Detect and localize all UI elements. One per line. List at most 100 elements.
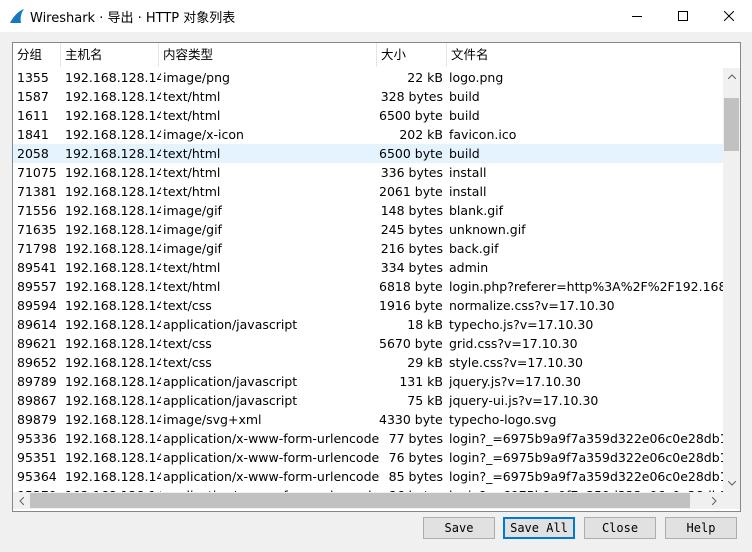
horizontal-scroll-thumb[interactable] <box>30 493 690 508</box>
table-row[interactable]: 89789 192.168.128.145application/javascri… <box>13 372 723 391</box>
table-row[interactable]: 71798 192.168.128.145image/gif 216 bytes ba… <box>13 239 723 258</box>
row-filename: back.gif <box>449 241 499 256</box>
row-group: 71381 <box>17 184 57 199</box>
save-all-button[interactable]: Save All <box>503 517 575 539</box>
row-host: 192.168.128.145 <box>65 108 161 123</box>
row-group: 71798 <box>17 241 57 256</box>
row-host: 192.168.128.145 <box>65 469 161 484</box>
row-filename: style.css?v=17.10.30 <box>449 355 584 370</box>
row-group: 1587 <box>17 89 49 104</box>
table-row[interactable]: 1841 192.168.128.145image/x-icon 202 kB fav… <box>13 125 723 144</box>
row-group: 95351 <box>17 450 57 465</box>
row-filename: login?_=6975b9a9f7a359d322e06c0e28db112b <box>449 469 723 484</box>
row-group: 89879 <box>17 412 57 427</box>
scroll-down-icon[interactable] <box>723 475 740 492</box>
row-filename: build <box>449 108 480 123</box>
row-filename: logo.png <box>449 70 504 85</box>
table-row[interactable]: 1611 192.168.128.145text/html 6500 bytes bu… <box>13 106 723 125</box>
table-row[interactable]: 89541 192.168.128.145text/html 334 bytes ad… <box>13 258 723 277</box>
row-host: 192.168.128.145 <box>65 298 161 313</box>
row-content-type: text/css <box>163 355 212 370</box>
scroll-up-icon[interactable] <box>723 68 740 85</box>
table-row[interactable]: 2058 192.168.128.145text/html 6500 bytes bu… <box>13 144 723 163</box>
row-host: 192.168.128.145 <box>65 336 161 351</box>
row-content-type: text/html <box>163 146 221 161</box>
row-size: 328 bytes <box>380 89 443 104</box>
vertical-scroll-thumb[interactable] <box>724 98 739 151</box>
column-header-size[interactable]: 大小 <box>377 43 447 67</box>
row-filename: build <box>449 146 480 161</box>
column-header-host[interactable]: 主机名 <box>61 43 159 67</box>
table-row[interactable]: 95336 192.168.128.145application/x-www-fo… <box>13 429 723 448</box>
row-size: 22 kB <box>407 70 443 85</box>
row-host: 192.168.128.145 <box>65 241 161 256</box>
row-content-type: text/html <box>163 108 221 123</box>
table-row[interactable]: 71635 192.168.128.145image/gif 245 bytes un… <box>13 220 723 239</box>
column-header-filename[interactable]: 文件名 <box>447 43 740 67</box>
row-content-type: text/html <box>163 260 221 275</box>
table-row[interactable]: 89879 192.168.128.145image/svg+xml 4330 by… <box>13 410 723 429</box>
row-size: 77 bytes <box>388 431 443 446</box>
column-header-content-type[interactable]: 内容类型 <box>159 43 377 67</box>
save-button[interactable]: Save <box>423 517 495 539</box>
row-content-type: image/x-icon <box>163 127 244 142</box>
row-content-type: text/html <box>163 184 221 199</box>
row-content-type: application/x-www-form-urlencoded <box>163 469 379 484</box>
row-size: 131 kB <box>399 374 443 389</box>
close-button[interactable]: Close <box>584 517 656 539</box>
maximize-icon <box>678 11 688 21</box>
row-host: 192.168.128.145 <box>65 146 161 161</box>
table-row[interactable]: 89867 192.168.128.145application/javascri… <box>13 391 723 410</box>
table-row[interactable]: 95364 192.168.128.145application/x-www-fo… <box>13 467 723 486</box>
table-row[interactable]: 71556 192.168.128.145image/gif 148 bytes bl… <box>13 201 723 220</box>
minimize-button[interactable] <box>614 0 660 32</box>
row-filename: admin <box>449 260 489 275</box>
row-group: 71635 <box>17 222 57 237</box>
table-row[interactable]: 1587 192.168.128.145text/html 328 bytes bui… <box>13 87 723 106</box>
table-row[interactable]: 1355 192.168.128.145image/png 22 kB logo.pn… <box>13 68 723 87</box>
row-content-type: image/gif <box>163 222 222 237</box>
row-filename: normalize.css?v=17.10.30 <box>449 298 615 313</box>
table-row[interactable]: 71381 192.168.128.145text/html 2061 bytes i… <box>13 182 723 201</box>
horizontal-scrollbar[interactable] <box>13 492 723 509</box>
column-header-group[interactable]: 分组 <box>13 43 61 67</box>
row-content-type: text/html <box>163 89 221 104</box>
row-group: 71075 <box>17 165 57 180</box>
row-size: 148 bytes <box>380 203 443 218</box>
row-group: 89541 <box>17 260 57 275</box>
row-host: 192.168.128.145 <box>65 374 161 389</box>
row-host: 192.168.128.145 <box>65 412 161 427</box>
table-row[interactable]: 89594 192.168.128.145text/css 1916 bytes no… <box>13 296 723 315</box>
close-window-button[interactable] <box>706 0 752 32</box>
row-group: 89557 <box>17 279 57 294</box>
row-host: 192.168.128.145 <box>65 89 161 104</box>
row-group: 2058 <box>17 146 49 161</box>
scroll-left-icon[interactable] <box>13 492 30 509</box>
row-host: 192.168.128.145 <box>65 184 161 199</box>
window-title: Wireshark · 导出 · HTTP 对象列表 <box>30 11 236 26</box>
table-row[interactable]: 71075 192.168.128.145text/html 336 bytes in… <box>13 163 723 182</box>
row-content-type: application/javascript <box>163 317 298 332</box>
vertical-scrollbar[interactable] <box>723 68 740 492</box>
scroll-right-icon[interactable] <box>706 492 723 509</box>
row-filename: unknown.gif <box>449 222 526 237</box>
http-object-list[interactable]: 分组 主机名 内容类型 大小 文件名 1355192.168.128.145im… <box>12 42 741 512</box>
help-button[interactable]: Help <box>665 517 737 539</box>
row-group: 89867 <box>17 393 57 408</box>
table-row[interactable]: 89557 192.168.128.145text/html 6818 bytes l… <box>13 277 723 296</box>
scrollbar-corner <box>723 492 740 509</box>
row-host: 192.168.128.145 <box>65 317 161 332</box>
row-group: 89652 <box>17 355 57 370</box>
row-group: 89789 <box>17 374 57 389</box>
row-size: 2061 bytes <box>379 184 443 199</box>
row-content-type: text/html <box>163 165 221 180</box>
row-filename: blank.gif <box>449 203 504 218</box>
table-row[interactable]: 89614 192.168.128.145application/javascri… <box>13 315 723 334</box>
table-row[interactable]: 89621 192.168.128.145text/css 5670 bytes gr… <box>13 334 723 353</box>
row-filename: install <box>449 165 487 180</box>
row-host: 192.168.128.145 <box>65 260 161 275</box>
table-row[interactable]: 89652 192.168.128.145text/css 29 kB style.c… <box>13 353 723 372</box>
maximize-button[interactable] <box>660 0 706 32</box>
table-row[interactable]: 95351 192.168.128.145application/x-www-fo… <box>13 448 723 467</box>
row-host: 192.168.128.145 <box>65 450 161 465</box>
